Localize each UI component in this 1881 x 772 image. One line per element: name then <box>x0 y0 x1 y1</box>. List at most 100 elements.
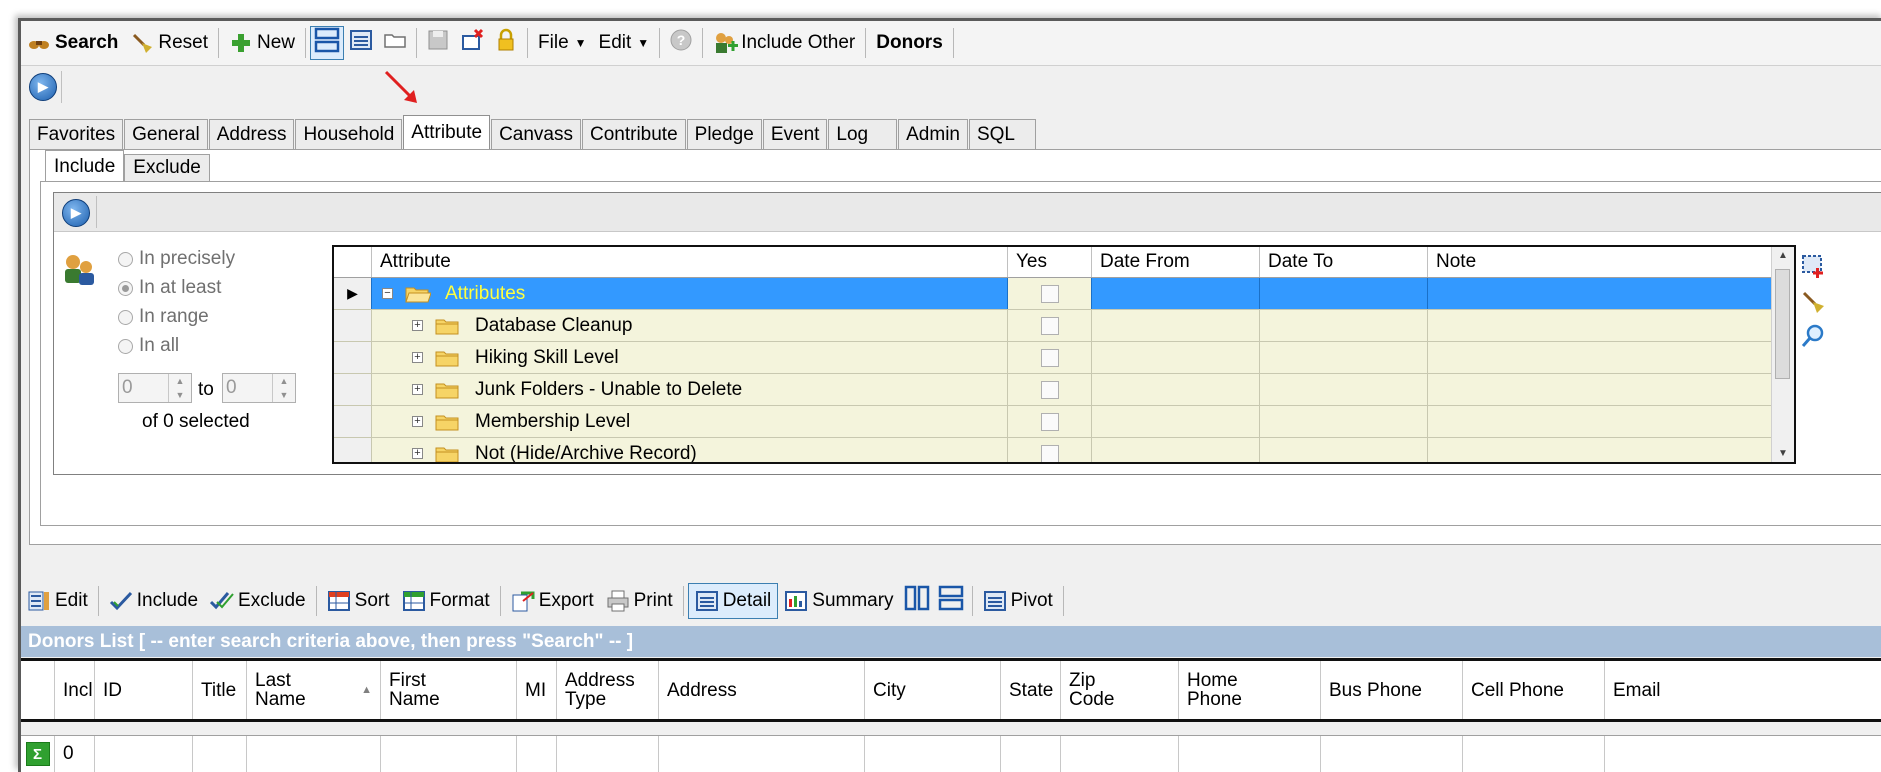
grid-row[interactable]: + Hiking Skill Level <box>334 342 1774 374</box>
grid-vertical-scrollbar[interactable]: ▲ ▼ <box>1771 247 1794 462</box>
split-horizontal-button[interactable] <box>934 584 968 618</box>
list-sort-button[interactable]: Sort <box>321 584 396 618</box>
edit-menu[interactable]: Edit ▼ <box>593 26 656 60</box>
grid-row[interactable]: + Database Cleanup <box>334 310 1774 342</box>
row-date-from-cell[interactable] <box>1092 406 1260 437</box>
file-menu[interactable]: File ▼ <box>532 26 593 60</box>
col-bus-phone[interactable]: Bus Phone <box>1321 661 1463 719</box>
radio-in-all[interactable]: In all <box>118 335 179 357</box>
expand-icon[interactable]: + <box>412 416 423 427</box>
row-date-to-cell[interactable] <box>1260 342 1428 373</box>
help-button[interactable]: ? <box>664 26 698 60</box>
tab-include[interactable]: Include <box>45 150 125 182</box>
col-mi[interactable]: MI <box>517 661 557 719</box>
row-attribute-cell[interactable]: + Hiking Skill Level <box>372 342 1008 373</box>
row-note-cell[interactable] <box>1428 406 1774 437</box>
col-attribute[interactable]: Attribute <box>372 247 1008 277</box>
lock-button[interactable] <box>489 26 523 60</box>
radio-in-range[interactable]: In range <box>118 306 209 328</box>
tab-canvass[interactable]: Canvass <box>491 119 581 149</box>
tab-address[interactable]: Address <box>208 119 295 149</box>
expand-icon[interactable]: + <box>412 352 423 363</box>
scroll-thumb[interactable] <box>1775 269 1790 379</box>
row-yes-cell[interactable] <box>1008 310 1092 341</box>
list-include-button[interactable]: Include <box>103 584 204 618</box>
col-note[interactable]: Note <box>1428 247 1774 277</box>
col-yes[interactable]: Yes <box>1008 247 1092 277</box>
row-attribute-cell[interactable]: − Attributes <box>372 278 1008 309</box>
row-yes-cell[interactable] <box>1008 406 1092 437</box>
yes-checkbox[interactable] <box>1040 380 1059 399</box>
radio-in-precisely[interactable]: In precisely <box>118 248 235 270</box>
row-note-cell[interactable] <box>1428 438 1774 462</box>
expand-icon[interactable]: + <box>412 320 423 331</box>
yes-checkbox[interactable] <box>1040 348 1059 367</box>
tab-event[interactable]: Event <box>762 119 828 149</box>
list-print-button[interactable]: Print <box>600 584 679 618</box>
col-home-phone[interactable]: Home Phone <box>1179 661 1321 719</box>
list-detail-button[interactable]: Detail <box>687 583 779 619</box>
col-id[interactable]: ID <box>95 661 193 719</box>
list-export-button[interactable]: Export <box>505 584 600 618</box>
list-edit-button[interactable]: Edit <box>21 584 94 618</box>
col-address-type[interactable]: Address Type <box>557 661 659 719</box>
grid-row[interactable]: ▶ − Attributes <box>334 278 1774 310</box>
range-to-stepper[interactable]: 0 ▲ ▼ <box>222 373 296 403</box>
tab-admin[interactable]: Admin <box>898 119 968 149</box>
row-date-from-cell[interactable] <box>1092 438 1260 462</box>
row-note-cell[interactable] <box>1428 310 1774 341</box>
clear-attributes-button[interactable] <box>1800 289 1826 321</box>
row-attribute-cell[interactable]: + Database Cleanup <box>372 310 1008 341</box>
search-button[interactable]: Search <box>21 26 124 60</box>
criteria-nav-button[interactable]: ▶ <box>62 199 90 227</box>
tab-favorites[interactable]: Favorites <box>29 119 124 149</box>
row-date-from-cell[interactable] <box>1092 310 1260 341</box>
row-yes-cell[interactable] <box>1008 278 1092 309</box>
tab-household[interactable]: Household <box>295 119 403 149</box>
col-state[interactable]: State <box>1001 661 1061 719</box>
delete-button[interactable] <box>455 26 489 60</box>
col-date-from[interactable]: Date From <box>1092 247 1260 277</box>
tab-attribute[interactable]: Attribute <box>403 115 491 150</box>
range-from-stepper[interactable]: 0 ▲ ▼ <box>118 373 192 403</box>
reset-button[interactable]: Reset <box>124 26 214 60</box>
tab-exclude[interactable]: Exclude <box>124 154 210 182</box>
add-attribute-button[interactable] <box>1800 253 1826 285</box>
grid-row[interactable]: + Junk Folders - Unable to Delete <box>334 374 1774 406</box>
row-date-to-cell[interactable] <box>1260 310 1428 341</box>
list-summary-button[interactable]: Summary <box>778 584 899 618</box>
tab-contribute[interactable]: Contribute <box>581 119 686 149</box>
grid-row[interactable]: + Not (Hide/Archive Record) <box>334 438 1774 462</box>
row-note-cell[interactable] <box>1428 374 1774 405</box>
row-attribute-cell[interactable]: + Not (Hide/Archive Record) <box>372 438 1008 462</box>
row-yes-cell[interactable] <box>1008 342 1092 373</box>
split-vertical-button[interactable] <box>900 584 934 618</box>
list-format-button[interactable]: Format <box>396 584 496 618</box>
row-note-cell[interactable] <box>1428 278 1774 309</box>
col-cell-phone[interactable]: Cell Phone <box>1463 661 1605 719</box>
col-address[interactable]: Address <box>659 661 865 719</box>
row-date-to-cell[interactable] <box>1260 438 1428 462</box>
list-pivot-button[interactable]: Pivot <box>977 584 1059 618</box>
col-date-to[interactable]: Date To <box>1260 247 1428 277</box>
row-yes-cell[interactable] <box>1008 374 1092 405</box>
col-first-name[interactable]: First Name <box>381 661 517 719</box>
row-date-from-cell[interactable] <box>1092 278 1260 309</box>
expand-icon[interactable]: + <box>412 384 423 395</box>
row-date-to-cell[interactable] <box>1260 374 1428 405</box>
scroll-up-icon[interactable]: ▲ <box>1772 250 1794 261</box>
tab-sql[interactable]: SQL <box>968 119 1037 149</box>
row-attribute-cell[interactable]: + Membership Level <box>372 406 1008 437</box>
find-attribute-button[interactable] <box>1800 323 1826 355</box>
grid-row[interactable]: + Membership Level <box>334 406 1774 438</box>
tab-general[interactable]: General <box>124 119 208 149</box>
form-view-button[interactable] <box>344 26 378 60</box>
yes-checkbox[interactable] <box>1040 412 1059 431</box>
expand-icon[interactable]: + <box>412 448 423 459</box>
tab-log[interactable]: Log <box>828 119 898 149</box>
col-city[interactable]: City <box>865 661 1001 719</box>
row-date-from-cell[interactable] <box>1092 374 1260 405</box>
col-email[interactable]: Email <box>1605 661 1881 719</box>
yes-checkbox[interactable] <box>1040 444 1059 462</box>
col-zip-code[interactable]: Zip Code <box>1061 661 1179 719</box>
